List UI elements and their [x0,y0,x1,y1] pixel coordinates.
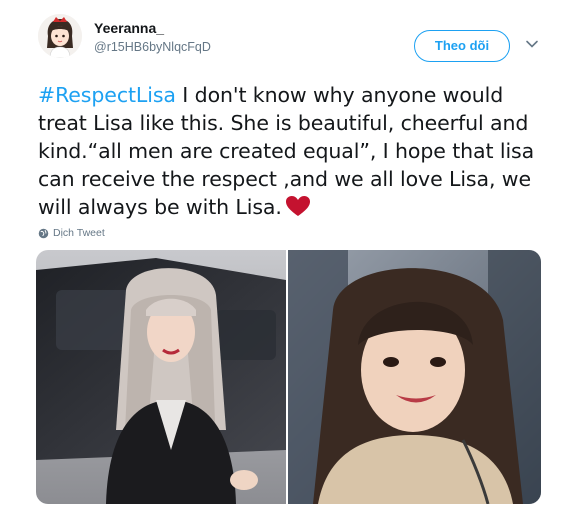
chevron-down-icon[interactable] [524,36,540,52]
display-name[interactable]: Yeeranna_ [94,20,164,36]
tweet-media[interactable] [36,250,541,504]
tweet-header: Yeeranna_ @r15HB6byNlqcFqD Theo dõi [38,14,548,64]
follow-button[interactable]: Theo dõi [414,30,510,62]
avatar[interactable] [38,14,82,58]
translate-tweet-link[interactable]: Dịch Tweet [38,227,105,239]
tweet-text: #RespectLisa I don't know why anyone wou… [38,81,543,221]
globe-icon [38,228,49,238]
photo-left[interactable] [36,250,286,504]
translate-label: Dịch Tweet [53,227,105,239]
heart-icon [285,196,310,216]
user-handle[interactable]: @r15HB6byNlqcFqD [94,40,211,54]
girl-avatar-icon [38,14,82,58]
photo-right[interactable] [288,250,541,504]
hashtag-link[interactable]: #RespectLisa [38,83,176,107]
